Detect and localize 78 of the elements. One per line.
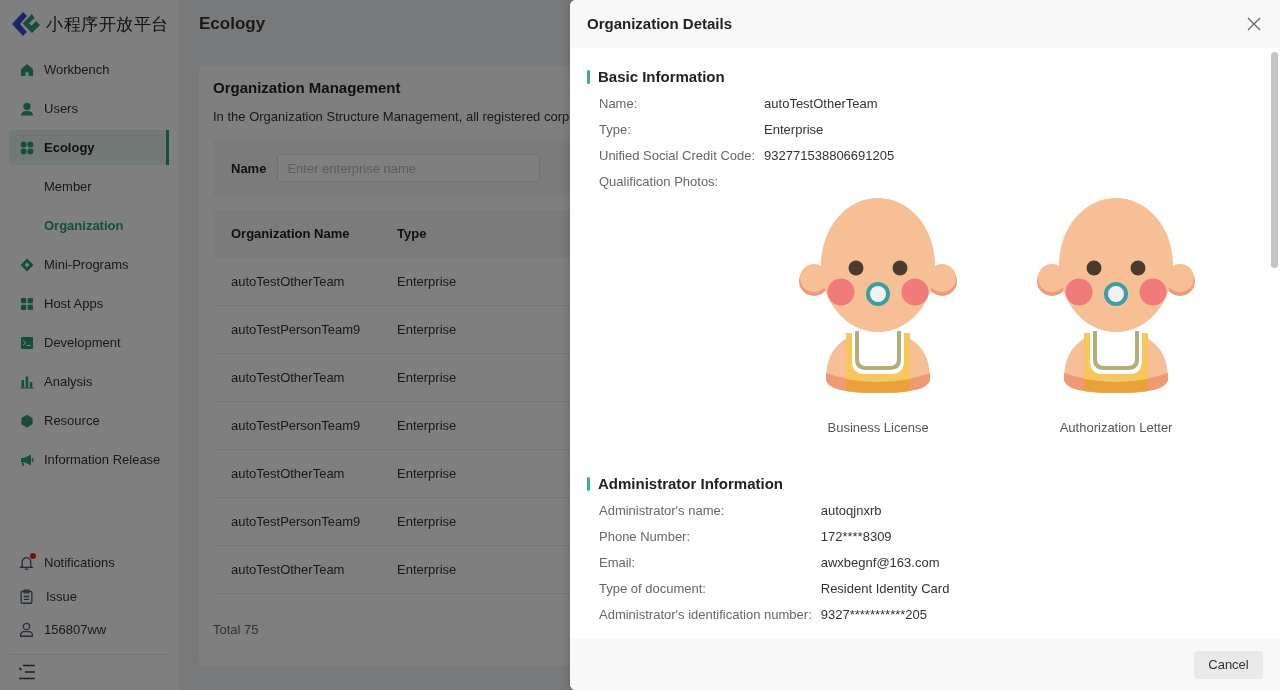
table-cell-text: autoTestOtherTeam (230, 464, 346, 483)
table-cell-text: Enterprise (396, 464, 458, 483)
scrollbar-thumb[interactable] (1271, 52, 1278, 268)
field-label: Administrator's name: (599, 502, 726, 520)
field-value: autoTestOtherTeam (764, 95, 879, 113)
column-header: Organization Name (230, 225, 351, 243)
field-value: Enterprise (764, 121, 825, 139)
page-title: Ecology (198, 13, 267, 35)
sidebar-item[interactable]: Analysis (9, 364, 169, 399)
field-value: 932771538806691205 (764, 147, 896, 165)
bell-icon (19, 555, 34, 571)
photo-caption: Authorization Letter (1059, 419, 1173, 437)
sidebar-item[interactable]: Resource (9, 403, 169, 438)
clipboard-icon (19, 588, 34, 604)
sidebar-subitem[interactable]: Organization (9, 208, 169, 243)
description-text: In the Organization Structure Management, all registered corp (213, 108, 570, 126)
sidebar-item[interactable]: Host Apps (9, 286, 169, 321)
grid-icon (20, 296, 34, 311)
field-label: Email: (599, 554, 637, 572)
column-header: Type (396, 225, 428, 243)
table-cell-text: autoTestPersonTeam9 (230, 416, 362, 435)
card-title: Organization Management (213, 78, 402, 98)
table-cell-text: autoTestOtherTeam (230, 560, 346, 579)
close-icon (1247, 17, 1261, 31)
table-cell-text: autoTestOtherTeam (230, 272, 346, 291)
field-value: autoqjnxrb (820, 502, 883, 520)
sidebar-subitem[interactable]: Member (9, 169, 169, 204)
logo-icon (12, 11, 40, 37)
table-cell-text: Enterprise (396, 272, 458, 291)
field-label: Phone Number: (599, 528, 692, 546)
sidebar-footer-item[interactable]: Issue (0, 579, 178, 613)
menu-icon[interactable] (18, 664, 36, 681)
table-cell-text: Enterprise (396, 512, 458, 531)
table-cell-text: autoTestPersonTeam9 (230, 512, 362, 531)
sidebar-item[interactable]: Ecology (9, 130, 169, 165)
four-dots-icon (20, 140, 34, 155)
table-cell-text: autoTestPersonTeam9 (230, 320, 362, 339)
total-count: Total 75 (213, 621, 260, 639)
sidebar-item[interactable]: Workbench (9, 52, 169, 87)
field-value: 172****8309 (820, 528, 893, 546)
terminal-icon (20, 335, 34, 350)
accent-bar-icon (587, 477, 590, 491)
field-value: awxbegnf@163.com (820, 554, 941, 572)
table-cell-text: autoTestOtherTeam (230, 368, 346, 387)
cancel-button[interactable]: Cancel (1194, 650, 1263, 679)
user-icon (20, 101, 34, 116)
table-cell-text: Enterprise (396, 416, 458, 435)
house-icon (20, 62, 34, 77)
accent-bar-icon (587, 70, 590, 84)
section-title: Administrator Information (598, 474, 783, 494)
sidebar-footer-item[interactable]: Notifications (0, 546, 178, 580)
field-label: Name: (599, 95, 639, 113)
app-title: 小程序开放平台 (46, 13, 169, 36)
table-cell-text: Enterprise (396, 320, 458, 339)
person-icon (19, 622, 34, 638)
megaphone-icon (20, 452, 34, 467)
field-label: Type of document: (599, 580, 707, 598)
field-label: Unified Social Credit Code: (599, 147, 756, 165)
sidebar-item[interactable]: Users (9, 91, 169, 126)
field-value: Resident Identity Card (820, 580, 951, 598)
sidebar-item[interactable]: Information Release (9, 442, 169, 477)
field-value: 9327***********205 (820, 606, 928, 624)
photo-caption: Business License (827, 419, 929, 437)
sidebar-footer-item[interactable]: 156807ww (0, 613, 178, 647)
sidebar-item[interactable]: Mini-Programs (9, 247, 169, 282)
sidebar-item[interactable]: Development (9, 325, 169, 360)
field-label: Type: (599, 121, 632, 139)
drawer-title: Organization Details (587, 14, 733, 34)
table-cell-text: Enterprise (396, 368, 458, 387)
bar-chart-icon (20, 374, 34, 389)
close-button[interactable] (1247, 17, 1261, 31)
diamond-icon (20, 257, 34, 272)
field-label: Administrator's identification number: (599, 606, 812, 624)
hexagon-icon (20, 413, 34, 428)
table-cell-text: Enterprise (396, 560, 458, 579)
section-title: Basic Information (598, 67, 725, 87)
field-label: Qualification Photos: (599, 173, 720, 191)
filter-label: Name (231, 160, 267, 176)
